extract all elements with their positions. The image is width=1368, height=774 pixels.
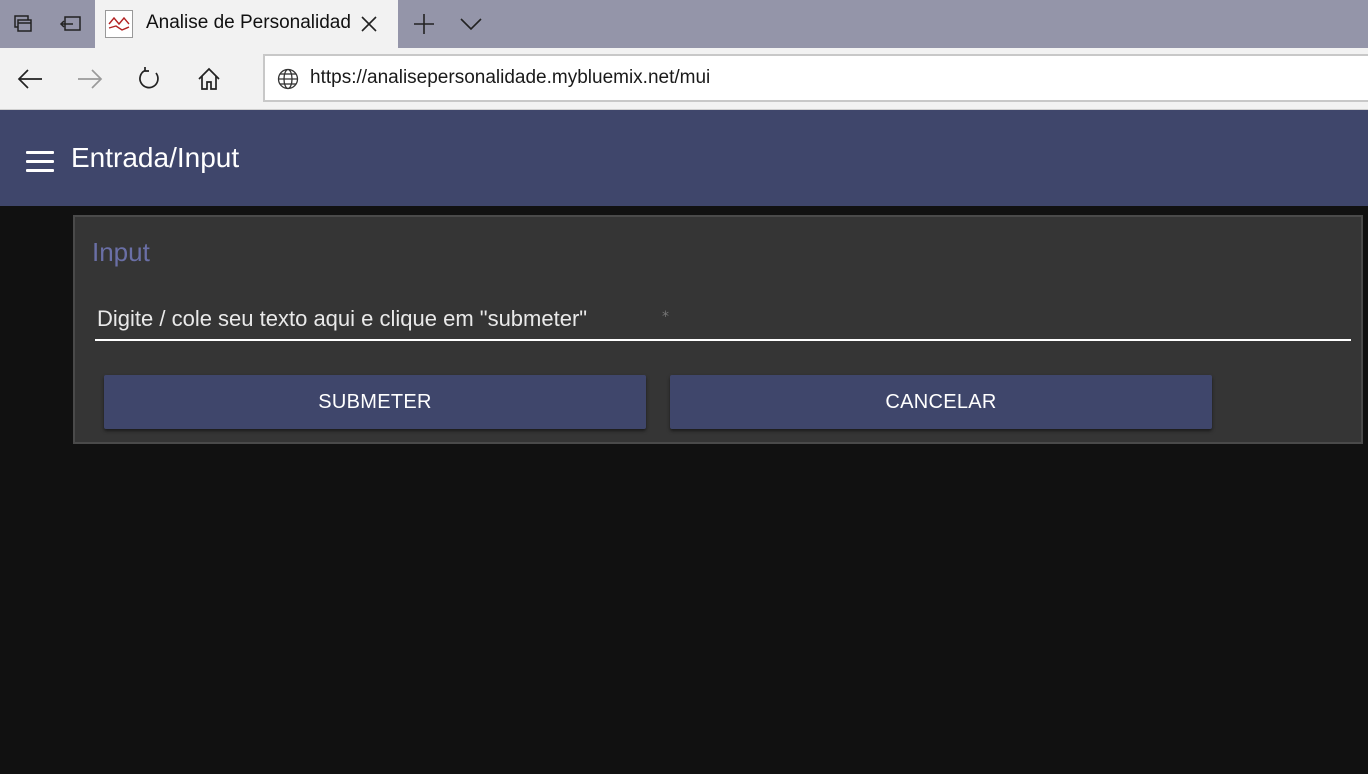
forward-arrow-icon[interactable] (70, 60, 110, 98)
menu-icon[interactable] (26, 151, 56, 173)
new-tab-icon[interactable] (401, 0, 447, 48)
cancel-button[interactable]: CANCELAR (670, 375, 1212, 429)
text-input-field[interactable]: * (95, 299, 1351, 341)
close-tab-icon[interactable] (357, 12, 381, 36)
input-card: Input * SUBMETER CANCELAR (73, 215, 1363, 444)
refresh-icon[interactable] (129, 60, 169, 98)
tab-active[interactable]: Analise de Personalidad (95, 0, 398, 48)
card-legend: Input (92, 237, 150, 267)
required-marker: * (662, 309, 669, 325)
set-aside-tabs-icon[interactable] (48, 0, 94, 48)
address-bar[interactable]: https://analisepersonalidade.mybluemix.n… (263, 54, 1368, 102)
home-icon[interactable] (189, 60, 229, 98)
submit-button[interactable]: SUBMETER (104, 375, 646, 429)
site-favicon-icon (105, 10, 133, 38)
browser-tabstrip: Analise de Personalidad (0, 0, 1368, 48)
app-header: Entrada/Input (0, 110, 1368, 206)
globe-icon (277, 68, 299, 90)
page-title: Entrada/Input (71, 142, 240, 173)
url-text[interactable]: https://analisepersonalidade.mybluemix.n… (310, 67, 710, 89)
text-input[interactable] (95, 299, 1351, 339)
tab-overview-icon[interactable] (0, 0, 46, 48)
tab-list-chevron-down-icon[interactable] (448, 0, 494, 48)
browser-navbar: https://analisepersonalidade.mybluemix.n… (0, 48, 1368, 110)
back-arrow-icon[interactable] (10, 60, 50, 98)
tab-title: Analise de Personalidad (146, 12, 350, 33)
